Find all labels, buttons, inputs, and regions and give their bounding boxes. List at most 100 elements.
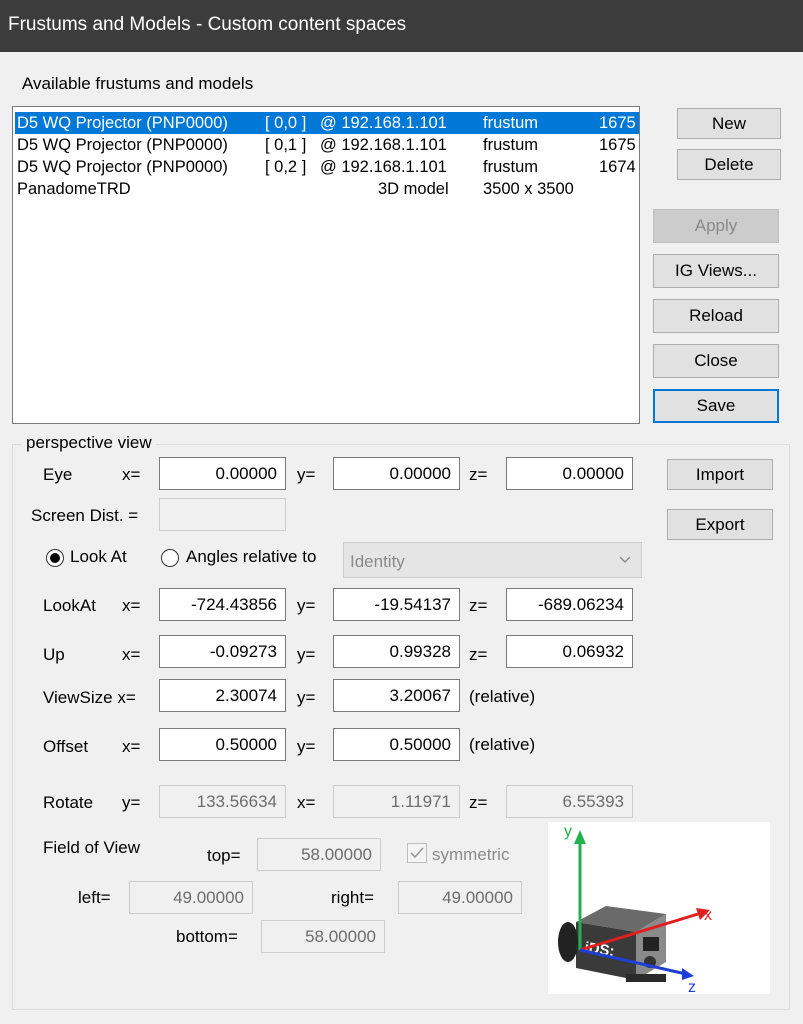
svg-text:y: y bbox=[564, 823, 572, 840]
fov-bottom-label: bottom= bbox=[176, 927, 238, 946]
look-at-radio[interactable] bbox=[46, 549, 64, 567]
eye-y-label: y= bbox=[297, 465, 316, 484]
delete-button[interactable]: Delete bbox=[677, 149, 781, 180]
list-item[interactable]: D5 WQ Projector (PNP0000) [ 0,2 ] @ 192.… bbox=[15, 156, 639, 178]
offset-y-label: y= bbox=[297, 737, 316, 756]
offset-x-label: x= bbox=[122, 737, 141, 756]
fov-top-field[interactable]: 58.00000 bbox=[257, 838, 381, 871]
eye-label: Eye bbox=[43, 465, 73, 484]
fov-left-field[interactable]: 49.00000 bbox=[129, 881, 253, 914]
rotate-label: Rotate bbox=[43, 793, 94, 812]
fov-right-label: right= bbox=[331, 888, 374, 907]
svg-text:x: x bbox=[704, 907, 712, 924]
check-icon bbox=[410, 847, 424, 859]
item-type: frustum bbox=[483, 114, 539, 132]
fov-bottom-field[interactable]: 58.00000 bbox=[261, 920, 385, 953]
rotate-z-field[interactable]: 6.55393 bbox=[506, 785, 633, 818]
look-at-label: Look At bbox=[70, 547, 127, 566]
item-index: [ 0,0 ] bbox=[265, 114, 307, 132]
import-button[interactable]: Import bbox=[667, 459, 773, 490]
rotate-x-label: x= bbox=[297, 793, 316, 812]
list-item[interactable]: PanadomeTRD 3D model 3500 x 3500 bbox=[15, 178, 639, 200]
chevron-down-icon bbox=[617, 551, 633, 572]
ig-views-button[interactable]: IG Views... bbox=[653, 254, 779, 288]
fov-top-label: top= bbox=[207, 846, 241, 865]
list-item[interactable]: D5 WQ Projector (PNP0000) [ 0,0 ] @ 192.… bbox=[15, 112, 639, 134]
lookat-z-label: z= bbox=[469, 596, 488, 615]
item-name: D5 WQ Projector (PNP0000) bbox=[17, 114, 228, 132]
list-label: Available frustums and models bbox=[22, 74, 254, 93]
symmetric-label: symmetric bbox=[432, 845, 510, 864]
radio-selected-dot bbox=[50, 553, 60, 563]
screen-dist-label: Screen Dist. = bbox=[31, 506, 139, 525]
close-button[interactable]: Close bbox=[653, 344, 779, 378]
item-address: @ 192.168.1.101 bbox=[320, 114, 447, 132]
angles-relative-radio[interactable] bbox=[161, 549, 179, 567]
item-address: @ 192.168.1.101 bbox=[320, 158, 447, 176]
item-type: frustum bbox=[483, 158, 539, 176]
eye-z-field[interactable]: 0.00000 bbox=[506, 457, 633, 490]
angles-relative-label: Angles relative to bbox=[186, 547, 317, 566]
up-x-label: x= bbox=[122, 645, 141, 664]
up-x-field[interactable]: -0.09273 bbox=[159, 635, 286, 668]
lookat-x-field[interactable]: -724.43856 bbox=[159, 588, 286, 621]
offset-x-field[interactable]: 0.50000 bbox=[159, 728, 286, 761]
up-label: Up bbox=[43, 645, 65, 664]
symmetric-checkbox[interactable] bbox=[407, 843, 427, 863]
offset-unit-label: (relative) bbox=[469, 735, 536, 754]
item-index: [ 0,2 ] bbox=[265, 158, 307, 176]
save-button[interactable]: Save bbox=[653, 389, 779, 423]
eye-y-field[interactable]: 0.00000 bbox=[333, 457, 460, 490]
up-y-field[interactable]: 0.99328 bbox=[333, 635, 460, 668]
item-name: PanadomeTRD bbox=[17, 180, 131, 198]
viewsize-x-field[interactable]: 2.30074 bbox=[159, 679, 286, 712]
item-address: @ 192.168.1.101 bbox=[320, 136, 447, 154]
item-index: [ 0,1 ] bbox=[265, 136, 307, 154]
lookat-z-field[interactable]: -689.06234 bbox=[506, 588, 633, 621]
up-z-label: z= bbox=[469, 645, 488, 664]
lookat-x-label: x= bbox=[122, 596, 141, 615]
item-size: 1675 bbox=[599, 136, 636, 154]
reload-button[interactable]: Reload bbox=[653, 299, 779, 333]
viewsize-y-field[interactable]: 3.20067 bbox=[333, 679, 460, 712]
eye-z-label: z= bbox=[469, 465, 488, 484]
camera-icon: iDS: y x z bbox=[558, 823, 712, 996]
item-type: 3500 x 3500 bbox=[483, 180, 574, 198]
export-button[interactable]: Export bbox=[667, 509, 773, 540]
lookat-label: LookAt bbox=[43, 596, 96, 615]
frustum-model-list[interactable]: D5 WQ Projector (PNP0000) [ 0,0 ] @ 192.… bbox=[12, 106, 640, 424]
select-value: Identity bbox=[350, 552, 405, 571]
eye-x-label: x= bbox=[122, 465, 141, 484]
screen-dist-field[interactable] bbox=[159, 498, 286, 531]
up-z-field[interactable]: 0.06932 bbox=[506, 635, 633, 668]
new-button[interactable]: New bbox=[677, 108, 781, 139]
fov-label: Field of View bbox=[43, 838, 141, 857]
item-address: 3D model bbox=[378, 180, 449, 198]
item-size: 1674 bbox=[599, 158, 636, 176]
item-type: frustum bbox=[483, 136, 539, 154]
rotate-y-label: y= bbox=[122, 793, 141, 812]
viewsize-y-label: y= bbox=[297, 688, 316, 707]
fov-right-field[interactable]: 49.00000 bbox=[398, 881, 522, 914]
group-label: perspective view bbox=[22, 433, 156, 453]
rotate-x-field[interactable]: 1.11971 bbox=[333, 785, 460, 818]
item-name: D5 WQ Projector (PNP0000) bbox=[17, 136, 228, 154]
item-size: 1675 bbox=[599, 114, 636, 132]
up-y-label: y= bbox=[297, 645, 316, 664]
lookat-y-label: y= bbox=[297, 596, 316, 615]
apply-button[interactable]: Apply bbox=[653, 209, 779, 243]
window-title: Frustums and Models - Custom content spa… bbox=[8, 14, 407, 35]
viewsize-unit-label: (relative) bbox=[469, 687, 536, 706]
rotate-z-label: z= bbox=[469, 793, 488, 812]
lookat-y-field[interactable]: -19.54137 bbox=[333, 588, 460, 621]
eye-x-field[interactable]: 0.00000 bbox=[159, 457, 286, 490]
list-item[interactable]: D5 WQ Projector (PNP0000) [ 0,1 ] @ 192.… bbox=[15, 134, 639, 156]
fov-left-label: left= bbox=[78, 888, 111, 907]
viewsize-label: ViewSize x= bbox=[43, 688, 136, 707]
angles-reference-select[interactable]: Identity bbox=[343, 542, 642, 578]
rotate-y-field[interactable]: 133.56634 bbox=[159, 785, 286, 818]
offset-y-field[interactable]: 0.50000 bbox=[333, 728, 460, 761]
camera-axes-illustration: iDS: y x z bbox=[548, 822, 770, 996]
offset-label: Offset bbox=[43, 737, 89, 756]
item-name: D5 WQ Projector (PNP0000) bbox=[17, 158, 228, 176]
